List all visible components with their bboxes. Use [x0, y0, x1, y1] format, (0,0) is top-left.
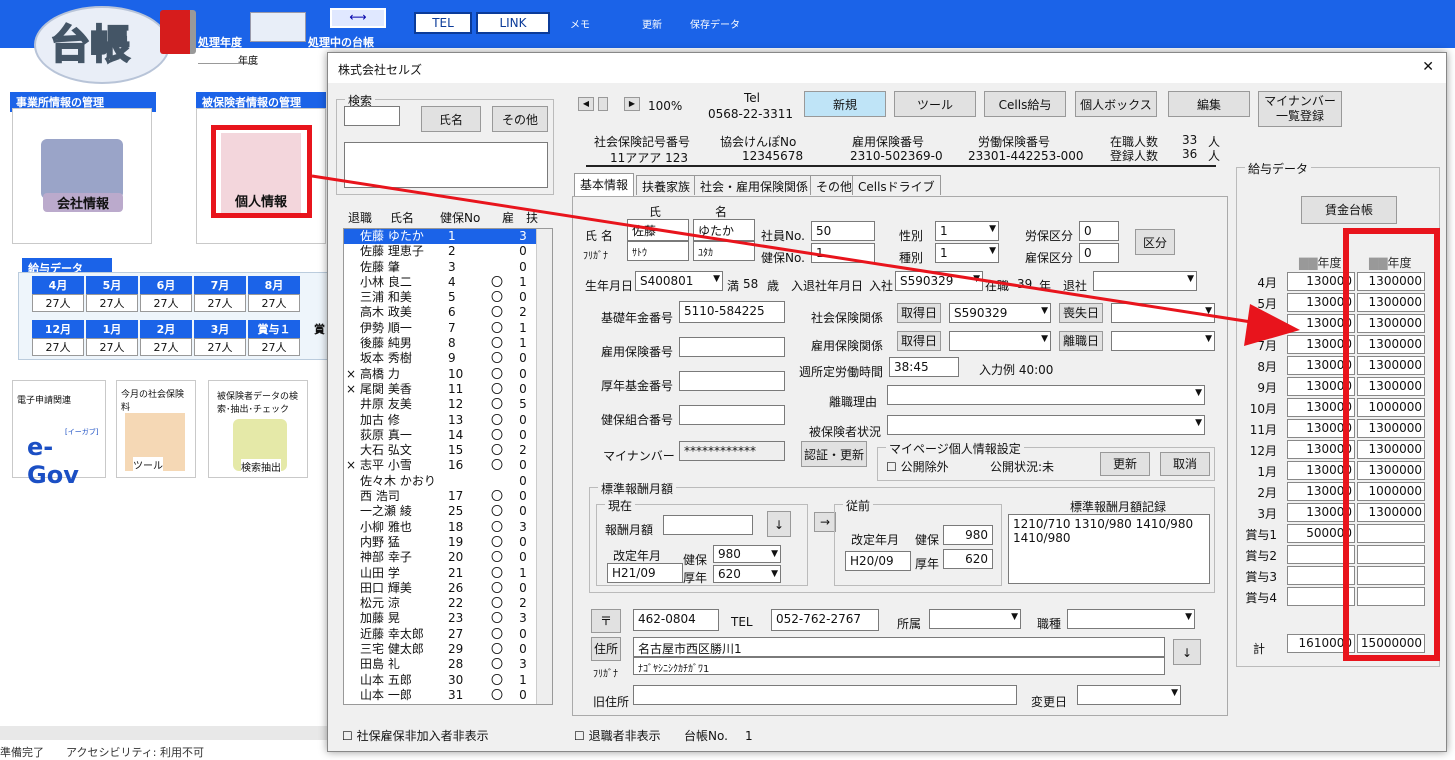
highlight-box-salary: [1343, 228, 1440, 661]
annotation-arrow: [311, 174, 1300, 346]
